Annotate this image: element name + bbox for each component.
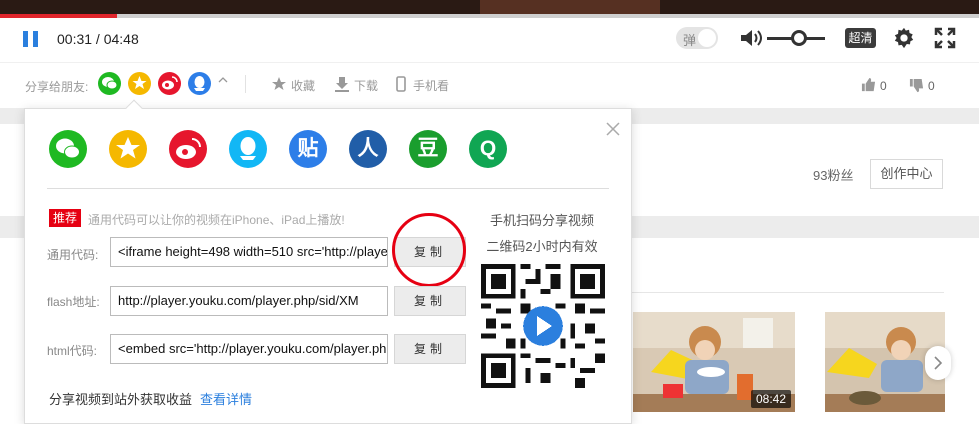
html-code-input[interactable]: <embed src='http://player.youku.com/play… <box>110 334 388 364</box>
flash-url-label: flash地址: <box>47 295 100 309</box>
share-bar: 分享给朋友: 收藏 下载 手机看 0 0 <box>0 62 979 108</box>
qr-code <box>481 264 605 388</box>
download-button[interactable]: 下载 <box>335 77 378 94</box>
qq-icon[interactable] <box>229 130 267 168</box>
wechat-icon[interactable] <box>49 130 87 168</box>
earn-revenue-text: 分享视频到站外获取收益 <box>49 392 193 407</box>
chevron-up-icon[interactable] <box>217 74 229 86</box>
video-frame[interactable] <box>0 0 979 14</box>
qr-validity: 二维码2小时内有效 <box>486 239 598 254</box>
next-arrow-button[interactable] <box>925 346 951 380</box>
qzone-icon[interactable] <box>109 130 147 168</box>
share-label: 分享给朋友: <box>25 80 89 94</box>
watch-on-phone-button[interactable]: 手机看 <box>396 76 449 94</box>
like-button[interactable]: 0 <box>861 77 887 93</box>
flash-url-input[interactable]: http://player.youku.com/player.php/sid/X… <box>110 286 388 316</box>
video-thumbnail[interactable]: 08:42 <box>633 312 795 412</box>
danmu-toggle[interactable]: 弹 <box>676 27 718 49</box>
recommend-tip: 通用代码可以让你的视频在iPhone、iPad上播放! <box>88 213 345 227</box>
recommend-tag: 推荐 <box>49 209 81 227</box>
fans-count: 93粉丝 <box>813 168 854 183</box>
volume-knob[interactable] <box>790 30 807 46</box>
wechat-icon[interactable] <box>98 72 121 95</box>
qr-title: 手机扫码分享视频 <box>489 213 594 228</box>
copy-flash-url-button[interactable]: 复制 <box>394 286 466 316</box>
close-icon[interactable] <box>605 121 621 137</box>
player-controls: 00:31 / 04:48 弹 超清 <box>0 18 979 62</box>
time-display: 00:31 / 04:48 <box>57 31 139 47</box>
html-code-label: html代码: <box>47 344 98 358</box>
tieba-icon[interactable]: 贴 <box>289 130 327 168</box>
gear-icon[interactable] <box>893 27 915 49</box>
copy-html-code-button[interactable]: 复制 <box>394 334 466 364</box>
fullscreen-icon[interactable] <box>934 27 956 49</box>
qq-icon[interactable] <box>188 72 211 95</box>
weibo-icon[interactable] <box>169 130 207 168</box>
kaixin-icon[interactable]: Q <box>469 130 507 168</box>
view-details-link[interactable]: 查看详情 <box>200 389 252 408</box>
creator-center-button[interactable]: 创作中心 <box>870 159 943 189</box>
douban-icon[interactable]: 豆 <box>409 130 447 168</box>
volume-icon[interactable] <box>739 27 763 49</box>
share-popup: 贴 人 豆 Q 推荐 通用代码可以让你的视频在iPhone、iPad上播放! 通… <box>24 99 632 424</box>
favorite-button[interactable]: 收藏 <box>272 77 315 94</box>
copy-embed-code-button[interactable]: 复制 <box>394 237 466 267</box>
quality-button[interactable]: 超清 <box>845 28 876 48</box>
pause-button[interactable] <box>23 31 39 47</box>
dislike-button[interactable]: 0 <box>909 78 935 93</box>
embed-code-label: 通用代码: <box>47 248 99 262</box>
embed-code-input[interactable]: <iframe height=498 width=510 src='http:/… <box>110 237 388 267</box>
qzone-icon[interactable] <box>128 72 151 95</box>
renren-icon[interactable]: 人 <box>349 130 387 168</box>
duration-badge: 08:42 <box>750 390 791 408</box>
weibo-icon[interactable] <box>158 72 181 95</box>
